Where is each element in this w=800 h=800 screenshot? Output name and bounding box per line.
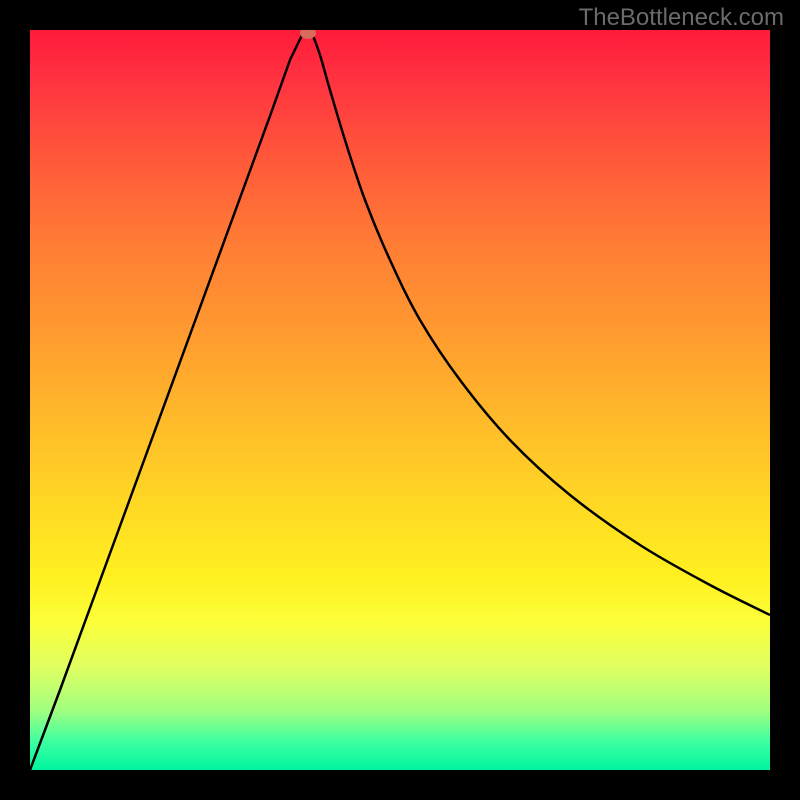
curve-left-branch: [30, 33, 303, 770]
curve-svg: [30, 30, 770, 770]
plot-area: [30, 30, 770, 770]
watermark-text: TheBottleneck.com: [579, 4, 784, 32]
chart-container: TheBottleneck.com: [0, 0, 800, 800]
curve-right-branch: [312, 33, 770, 615]
